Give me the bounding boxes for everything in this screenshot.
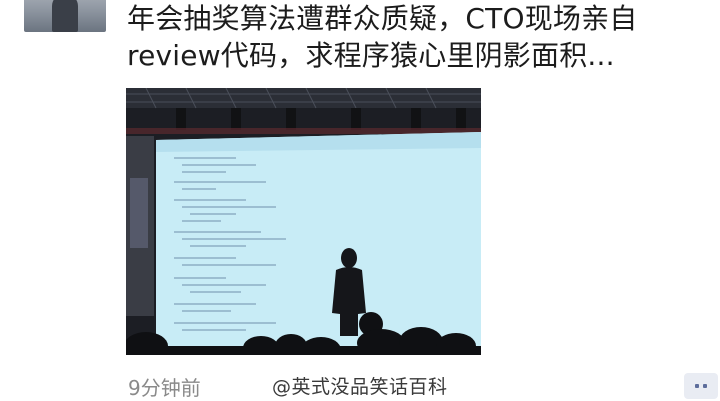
post-photo[interactable] bbox=[126, 88, 481, 355]
author-avatar[interactable] bbox=[24, 0, 106, 32]
post-time: 9分钟前 bbox=[128, 376, 201, 400]
post-text-line-1: 年会抽奖算法遭群众质疑，CTO现场亲自 bbox=[127, 2, 638, 35]
comment-dots-icon bbox=[703, 384, 707, 388]
presentation-photo-icon bbox=[126, 88, 481, 355]
watermark-text: @英式没品笑话百科 bbox=[272, 376, 448, 398]
post-text-line-2: review代码，求程序猿心里阴影面积... bbox=[127, 39, 615, 72]
comment-button[interactable] bbox=[684, 373, 718, 399]
post-text: 年会抽奖算法遭群众质疑，CTO现场亲自 review代码，求程序猿心里阴影面积.… bbox=[127, 0, 707, 74]
comment-dots-icon bbox=[695, 384, 699, 388]
